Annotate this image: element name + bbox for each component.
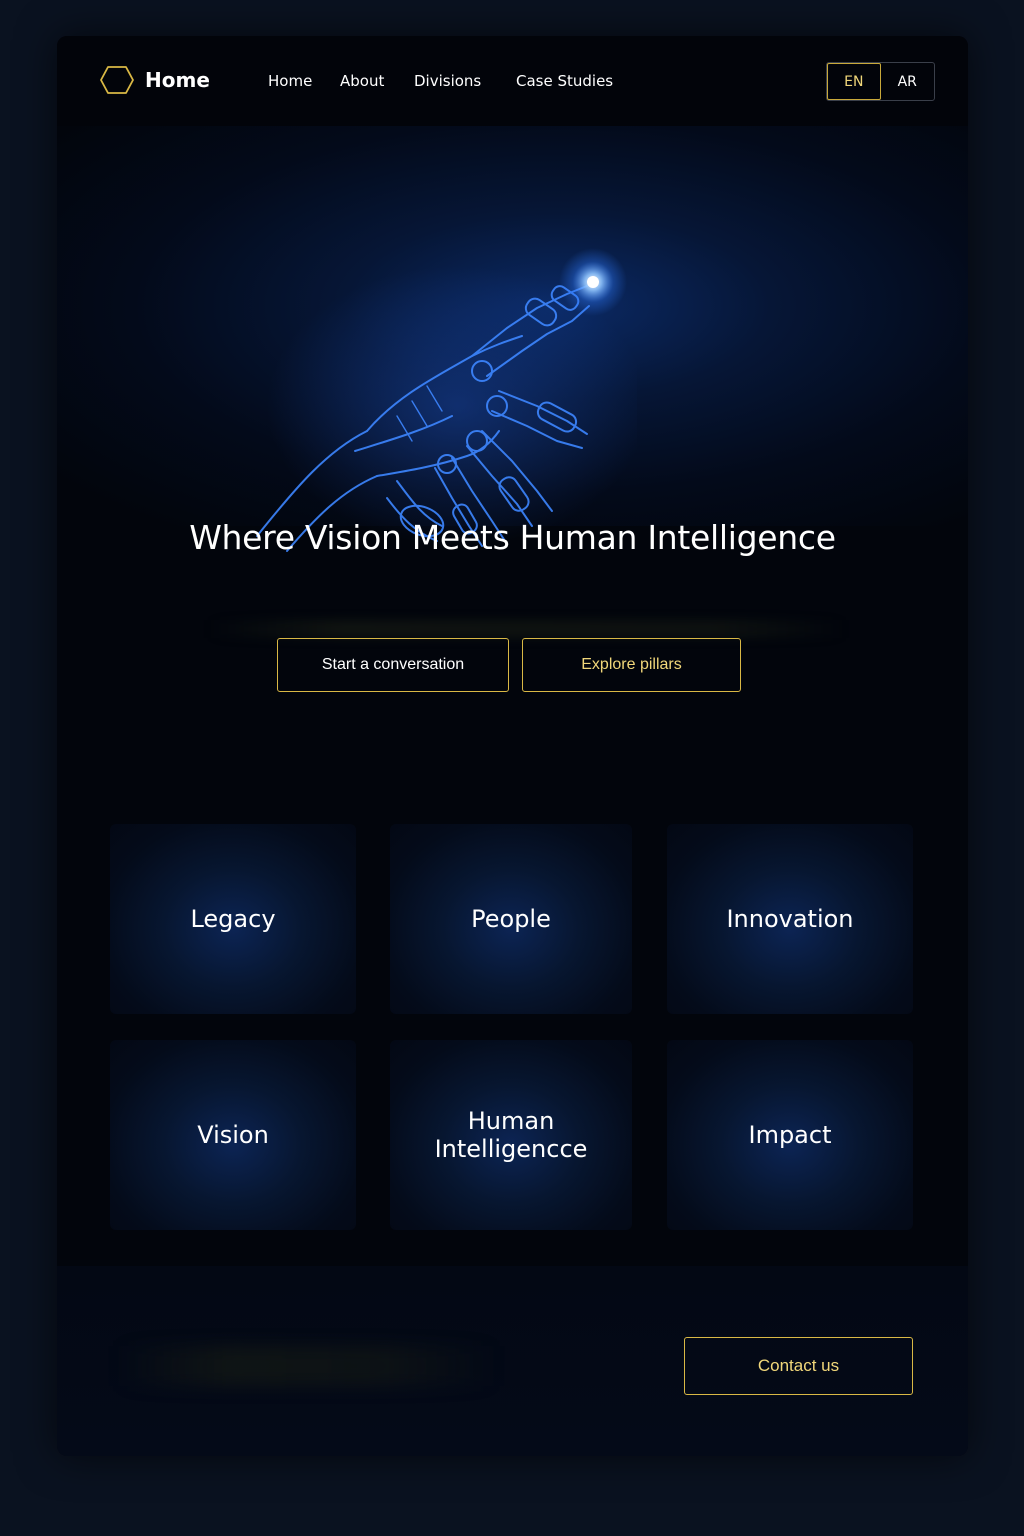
pillar-card-vision[interactable]: Vision: [110, 1040, 356, 1230]
nav-item-about[interactable]: About: [340, 72, 384, 90]
pillar-card-impact[interactable]: Impact: [667, 1040, 913, 1230]
robotic-hand-illustration: [256, 248, 637, 552]
pillar-card-people[interactable]: People: [390, 824, 632, 1014]
pillar-card-legacy[interactable]: Legacy: [110, 824, 356, 1014]
pillar-label: Impact: [748, 1121, 832, 1149]
pillar-card-innovation[interactable]: Innovation: [667, 824, 913, 1014]
brand-link[interactable]: Home: [145, 68, 210, 92]
nav-item-divisions[interactable]: Divisions: [414, 72, 481, 90]
nav-item-home[interactable]: Home: [268, 72, 312, 90]
pillar-label: Human Intelligencce: [434, 1107, 588, 1163]
nav-item-case-studies[interactable]: Case Studies: [516, 72, 613, 90]
hero-subtitle-blurred: [207, 620, 847, 638]
contact-us-button[interactable]: Contact us: [684, 1337, 913, 1395]
pillar-label: Legacy: [190, 905, 276, 933]
footer-text-blurred: [117, 1346, 497, 1386]
language-ar-button[interactable]: AR: [881, 63, 934, 100]
page-frame: Home Home About Divisions Case Studies E…: [57, 36, 968, 1456]
language-switcher: EN AR: [826, 62, 935, 101]
start-conversation-button[interactable]: Start a conversation: [277, 638, 509, 692]
pillar-label: People: [471, 905, 551, 933]
hero-image: [57, 126, 968, 552]
top-navigation-bar: Home Home About Divisions Case Studies E…: [57, 36, 968, 126]
language-en-button[interactable]: EN: [827, 63, 881, 100]
hero-headline: Where Vision Meets Human Intelligence: [189, 518, 836, 557]
hexagon-logo-icon[interactable]: [99, 64, 135, 96]
pillar-card-human-intelligence[interactable]: Human Intelligencce: [390, 1040, 632, 1230]
pillar-label: Vision: [197, 1121, 269, 1149]
explore-pillars-button[interactable]: Explore pillars: [522, 638, 741, 692]
pillar-label: Innovation: [726, 905, 854, 933]
